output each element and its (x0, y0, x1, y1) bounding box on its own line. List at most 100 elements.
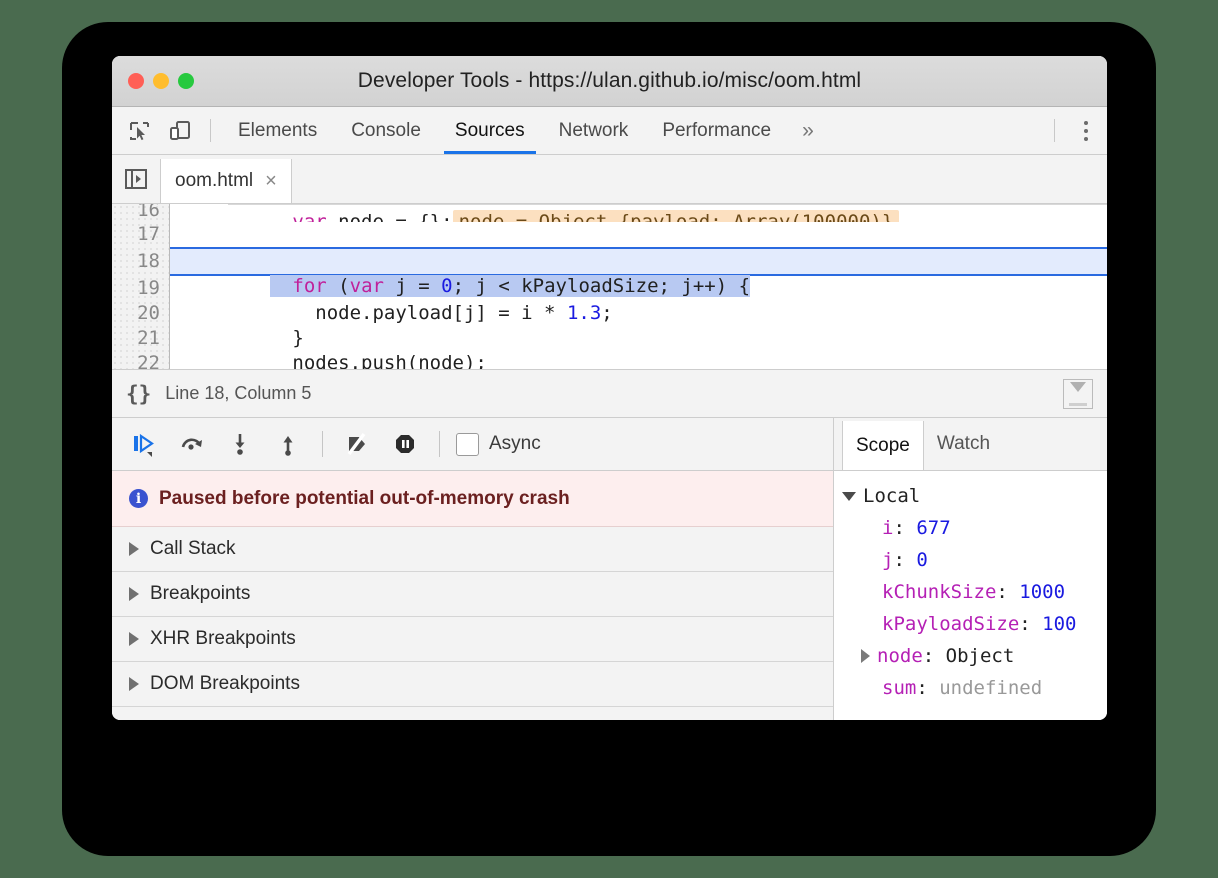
kebab-dot-2 (1084, 129, 1088, 133)
code-line[interactable]: } (170, 301, 1107, 326)
collapse-drawer-icon[interactable] (1063, 379, 1093, 409)
property-colon: : (893, 544, 916, 576)
code-lines[interactable]: var node = {};node = Object {payload: Ar… (170, 204, 1107, 369)
more-tabs-label: » (802, 119, 814, 143)
line-number[interactable]: 17 (112, 222, 169, 247)
cursor-position: Line 18, Column 5 (165, 383, 311, 404)
scope-group-local[interactable]: Local (834, 480, 1107, 512)
property-colon: : (923, 640, 946, 672)
chevron-down-icon (842, 492, 856, 501)
device-toolbar-icon[interactable] (160, 107, 200, 154)
property-name: sum (882, 672, 916, 704)
code-token (270, 211, 293, 222)
scope-tree[interactable]: Local i: 677 j: 0 kChunkSize: 1000 kPayl… (834, 471, 1107, 720)
devtools-window: Developer Tools - https://ulan.github.io… (112, 56, 1107, 720)
file-tab-label: oom.html (175, 170, 253, 192)
property-value: 677 (916, 512, 950, 544)
scope-property-i[interactable]: i: 677 (834, 512, 1107, 544)
property-name: node (877, 640, 923, 672)
line-number[interactable]: 18 (112, 247, 169, 276)
line-number[interactable]: 21 (112, 326, 169, 351)
inspect-element-icon[interactable] (120, 107, 160, 154)
pause-on-exceptions-icon[interactable] (381, 418, 429, 470)
window-title-bar: Developer Tools - https://ulan.github.io… (112, 56, 1107, 107)
code-line[interactable]: nodes.push(node); (170, 326, 1107, 351)
chevron-right-icon (129, 677, 139, 691)
property-value: 100 (1042, 608, 1076, 640)
paused-message: Paused before potential out-of-memory cr… (159, 488, 570, 510)
kebab-dot-3 (1084, 137, 1088, 141)
resume-icon[interactable] (120, 418, 168, 470)
tab-console-label: Console (351, 120, 421, 142)
sidebar-section-breakpoints[interactable]: Breakpoints (112, 572, 833, 617)
section-label: XHR Breakpoints (150, 628, 296, 650)
async-label: Async (489, 433, 541, 455)
async-checkbox[interactable] (456, 433, 479, 456)
property-value: undefined (939, 672, 1042, 704)
line-number[interactable]: 19 (112, 276, 169, 301)
tab-watch[interactable]: Watch (924, 418, 1003, 470)
tab-performance-label: Performance (662, 120, 771, 142)
close-icon[interactable]: × (265, 171, 277, 191)
toolbar-divider (210, 119, 211, 142)
tab-elements-label: Elements (238, 120, 317, 142)
code-token-keyword: var (292, 211, 326, 222)
code-line[interactable]: node.payload[j] = i * 1.3; (170, 276, 1107, 301)
show-navigator-icon[interactable] (112, 155, 160, 203)
code-line[interactable]: current++; (170, 351, 1107, 369)
close-button[interactable] (128, 73, 144, 89)
file-tab-strip: oom.html × (112, 155, 1107, 204)
code-line[interactable]: var node = {};node = Object {payload: Ar… (170, 204, 1107, 222)
pretty-print-icon[interactable]: {} (112, 382, 165, 406)
toolbar-divider-right (1054, 119, 1055, 142)
kebab-menu-icon[interactable] (1065, 107, 1107, 154)
tab-performance[interactable]: Performance (645, 107, 788, 154)
more-tabs-icon[interactable]: » (788, 107, 828, 154)
property-colon: : (1019, 608, 1042, 640)
zoom-button[interactable] (178, 73, 194, 89)
scope-group-label: Local (863, 480, 920, 512)
tab-sources[interactable]: Sources (438, 107, 542, 154)
tab-network[interactable]: Network (542, 107, 646, 154)
line-number[interactable]: 22 (112, 351, 169, 369)
code-line[interactable]: node.payload = new Array(kPayloadSize);k… (170, 222, 1107, 247)
minimize-button[interactable] (153, 73, 169, 89)
tab-scope[interactable]: Scope (842, 421, 924, 470)
chevron-right-icon[interactable] (861, 649, 870, 663)
sidebar-section-xhr-breakpoints[interactable]: XHR Breakpoints (112, 617, 833, 662)
scope-property-kpayloadsize[interactable]: kPayloadSize: 100 (834, 608, 1107, 640)
tab-console[interactable]: Console (334, 107, 438, 154)
scope-property-kchunksize[interactable]: kChunkSize: 1000 (834, 576, 1107, 608)
chevron-down-icon (1070, 382, 1086, 392)
info-icon: i (129, 489, 148, 508)
sidebar-section-call-stack[interactable]: Call Stack (112, 527, 833, 572)
step-into-icon[interactable] (216, 418, 264, 470)
async-checkbox-group[interactable]: Async (456, 433, 541, 456)
debugger-left-pane: Async i Paused before potential out-of-m… (112, 418, 834, 720)
chevron-right-icon (129, 632, 139, 646)
line-number[interactable]: 20 (112, 301, 169, 326)
scope-property-j[interactable]: j: 0 (834, 544, 1107, 576)
kebab-dot-1 (1084, 121, 1088, 125)
tab-elements[interactable]: Elements (221, 107, 334, 154)
debugger-toolbar: Async (112, 418, 833, 471)
line-number[interactable]: 16 (112, 204, 169, 222)
step-out-icon[interactable] (264, 418, 312, 470)
sidebar-section-dom-breakpoints[interactable]: DOM Breakpoints (112, 662, 833, 707)
editor-status-bar: {} Line 18, Column 5 (112, 369, 1107, 418)
chevron-right-icon (129, 587, 139, 601)
file-tab-oom-html[interactable]: oom.html × (160, 159, 292, 203)
property-colon: : (893, 512, 916, 544)
scope-property-sum[interactable]: sum: undefined (834, 672, 1107, 704)
property-name: kChunkSize (882, 576, 996, 608)
paused-message-banner: i Paused before potential out-of-memory … (112, 471, 833, 527)
scope-property-node[interactable]: node: Object (834, 640, 1107, 672)
debug-toolbar-divider-2 (439, 431, 440, 457)
tab-sources-label: Sources (455, 120, 525, 142)
code-line-executing[interactable]: for (var j = 0; j < kPayloadSize; j++) { (170, 247, 1107, 276)
line-number-gutter: 16 17 18 19 20 21 22 (112, 204, 170, 369)
code-editor[interactable]: 16 17 18 19 20 21 22 var node = {};node … (112, 204, 1107, 369)
deactivate-breakpoints-icon[interactable] (333, 418, 381, 470)
section-label: Breakpoints (150, 583, 250, 605)
step-over-icon[interactable] (168, 418, 216, 470)
